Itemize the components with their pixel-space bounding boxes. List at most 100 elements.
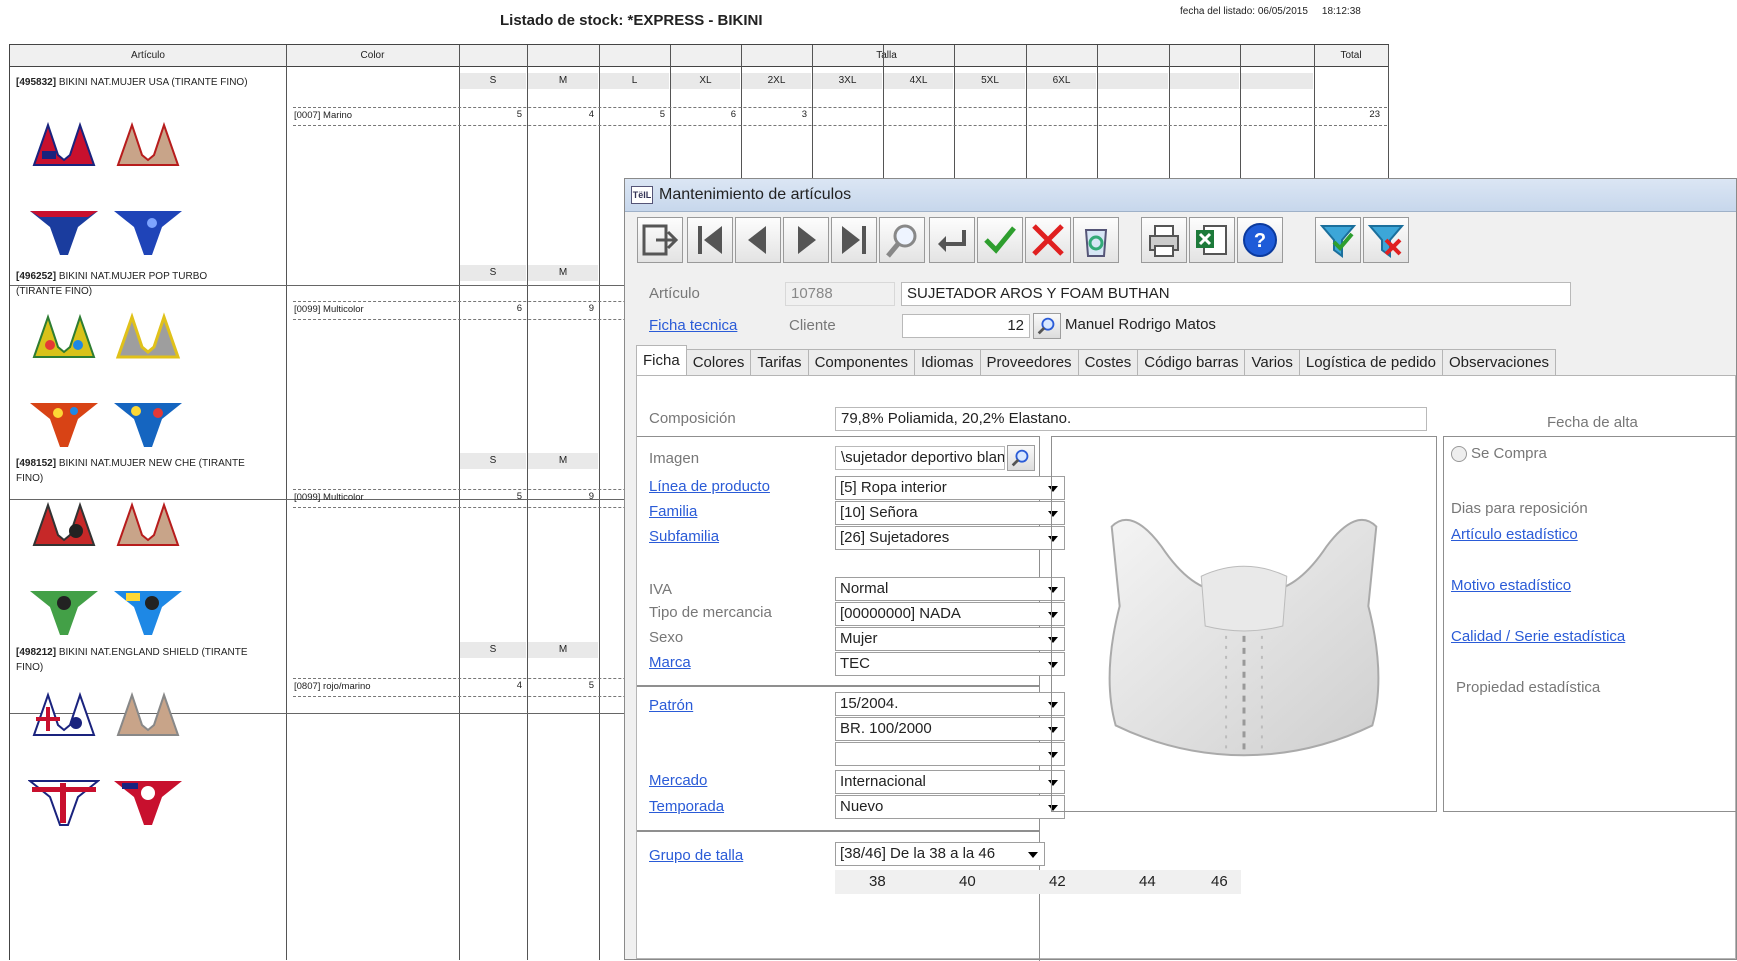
patron-select-2[interactable]: BR. 100/2000 xyxy=(835,717,1065,741)
linea-producto-link[interactable]: Línea de producto xyxy=(649,478,770,495)
tab-observaciones[interactable]: Observaciones xyxy=(1441,349,1557,375)
size-S: S xyxy=(460,265,526,281)
search-button[interactable] xyxy=(879,217,925,263)
ficha-tecnica-link[interactable]: Ficha tecnica xyxy=(649,317,737,334)
linea-producto-select[interactable]: [5] Ropa interior xyxy=(835,476,1065,500)
clear-filter-button[interactable] xyxy=(1363,217,1409,263)
article-name: [496252] BIKINI NAT.MUJER POP TURBO (TIR… xyxy=(16,271,208,297)
cliente-id-field[interactable]: 12 xyxy=(902,314,1030,338)
fecha-alta-label: Fecha de alta xyxy=(1547,414,1638,431)
excel-button[interactable] xyxy=(1189,217,1235,263)
prev-record-button[interactable] xyxy=(735,217,781,263)
subfamilia-link[interactable]: Subfamilia xyxy=(649,528,719,545)
grupo-talla-link[interactable]: Grupo de talla xyxy=(649,847,743,864)
se-compra-label: Se Compra xyxy=(1471,445,1547,462)
tab-componentes[interactable]: Componentes xyxy=(807,349,915,375)
excel-icon xyxy=(1196,225,1227,255)
cancel-button[interactable] xyxy=(1025,217,1071,263)
qty-cell: 5 xyxy=(516,109,522,120)
size-S: S xyxy=(460,73,526,89)
report-time: 18:12:38 xyxy=(1321,6,1361,17)
return-icon xyxy=(938,230,966,252)
sexo-select[interactable]: Mujer xyxy=(835,627,1065,651)
first-record-button[interactable] xyxy=(687,217,733,263)
tab-proveedores[interactable]: Proveedores xyxy=(979,349,1079,375)
first-record-icon xyxy=(698,226,722,254)
patron-select-1[interactable]: 15/2004. xyxy=(835,692,1065,716)
articulo-description-field[interactable]: SUJETADOR AROS Y FOAM BUTHAN xyxy=(901,282,1571,306)
mercado-link[interactable]: Mercado xyxy=(649,772,707,789)
cliente-name: Manuel Rodrigo Matos xyxy=(1065,316,1216,333)
size-value: 42 xyxy=(1049,873,1066,890)
temporada-select[interactable]: Nuevo xyxy=(835,795,1065,819)
size-XL: XL xyxy=(671,73,740,89)
col-header-articulo: Artículo xyxy=(10,45,286,67)
search-icon xyxy=(1011,449,1029,467)
familia-link[interactable]: Familia xyxy=(649,503,697,520)
next-record-button[interactable] xyxy=(783,217,829,263)
exit-button[interactable] xyxy=(637,217,683,263)
patron-link[interactable]: Patrón xyxy=(649,697,693,714)
motivo-estadistico-link[interactable]: Motivo estadístico xyxy=(1451,577,1571,594)
size-values-row: 38 40 42 44 xyxy=(835,870,1241,894)
tab-logistica[interactable]: Logística de pedido xyxy=(1298,349,1443,375)
marca-select[interactable]: TEC xyxy=(835,652,1065,676)
bikini-new-che-image xyxy=(28,495,198,645)
size-value: 44 xyxy=(1139,873,1156,890)
toolbar: ? xyxy=(629,213,1736,269)
filter-button[interactable] xyxy=(1315,217,1361,263)
bra-image xyxy=(1108,518,1380,757)
articulo-id-field[interactable]: 10788 xyxy=(785,282,895,306)
qty-cell: 5 xyxy=(588,680,594,691)
prev-record-icon xyxy=(748,226,766,254)
grupo-talla-select[interactable]: [38/46] De la 38 a la 46 xyxy=(835,842,1045,866)
mercado-select[interactable]: Internacional xyxy=(835,770,1065,794)
se-compra-radio[interactable] xyxy=(1451,446,1467,462)
dias-reposicion-label: Dias para reposición xyxy=(1451,500,1588,517)
articulo-label: Artículo xyxy=(649,285,700,302)
return-button[interactable] xyxy=(929,217,975,263)
app-icon: TëIL xyxy=(631,186,653,204)
window-titlebar[interactable]: TëIL Mantenimiento de artículos xyxy=(625,179,1736,212)
col-header-total: Total xyxy=(1314,45,1388,67)
help-button[interactable]: ? xyxy=(1237,217,1283,263)
imagen-label: Imagen xyxy=(649,450,700,467)
composicion-field[interactable]: 79,8% Poliamida, 20,2% Elastano. xyxy=(835,407,1427,431)
tab-tarifas[interactable]: Tarifas xyxy=(750,349,809,375)
patron-select-3[interactable] xyxy=(835,742,1065,766)
recycle-button[interactable] xyxy=(1073,217,1119,263)
tab-idiomas[interactable]: Idiomas xyxy=(913,349,981,375)
article-maintenance-window: TëIL Mantenimiento de artículos ? Artícu… xyxy=(624,178,1737,961)
color-name: [0099] Multicolor xyxy=(294,492,364,503)
tipo-mercancia-label: Tipo de mercancia xyxy=(649,604,772,621)
accept-button[interactable] xyxy=(977,217,1023,263)
size-M: M xyxy=(528,73,598,89)
last-record-button[interactable] xyxy=(831,217,877,263)
size-S: S xyxy=(460,453,526,469)
qty-cell: 5 xyxy=(659,109,665,120)
iva-select[interactable]: Normal xyxy=(835,577,1065,601)
color-name: [0099] Multicolor xyxy=(294,304,364,315)
calidad-serie-link[interactable]: Calidad / Serie estadística xyxy=(1451,628,1625,645)
print-button[interactable] xyxy=(1141,217,1187,263)
size-2XL: 2XL xyxy=(742,73,811,89)
qty-cell: 4 xyxy=(516,680,522,691)
tab-codigo-barras[interactable]: Código barras xyxy=(1137,349,1246,375)
tab-costes[interactable]: Costes xyxy=(1077,349,1139,375)
tab-varios[interactable]: Varios xyxy=(1244,349,1300,375)
size-value: 46 xyxy=(1211,873,1228,890)
articulo-estadistico-link[interactable]: Artículo estadístico xyxy=(1451,526,1578,543)
temporada-link[interactable]: Temporada xyxy=(649,798,724,815)
marca-link[interactable]: Marca xyxy=(649,654,691,671)
subfamilia-select[interactable]: [26] Sujetadores xyxy=(835,526,1065,550)
imagen-field[interactable]: \sujetador deportivo blanco xyxy=(835,446,1005,470)
familia-select[interactable]: [10] Señora xyxy=(835,501,1065,525)
size-M: M xyxy=(528,453,598,469)
tipo-mercancia-select[interactable]: [00000000] NADA xyxy=(835,602,1065,626)
tab-colores[interactable]: Colores xyxy=(685,349,752,375)
window-title: Mantenimiento de artículos xyxy=(659,186,852,203)
composicion-label: Composición xyxy=(649,410,736,427)
search-icon xyxy=(886,224,917,258)
tab-ficha[interactable]: Ficha xyxy=(636,345,687,375)
imagen-search-button[interactable] xyxy=(1007,445,1035,471)
